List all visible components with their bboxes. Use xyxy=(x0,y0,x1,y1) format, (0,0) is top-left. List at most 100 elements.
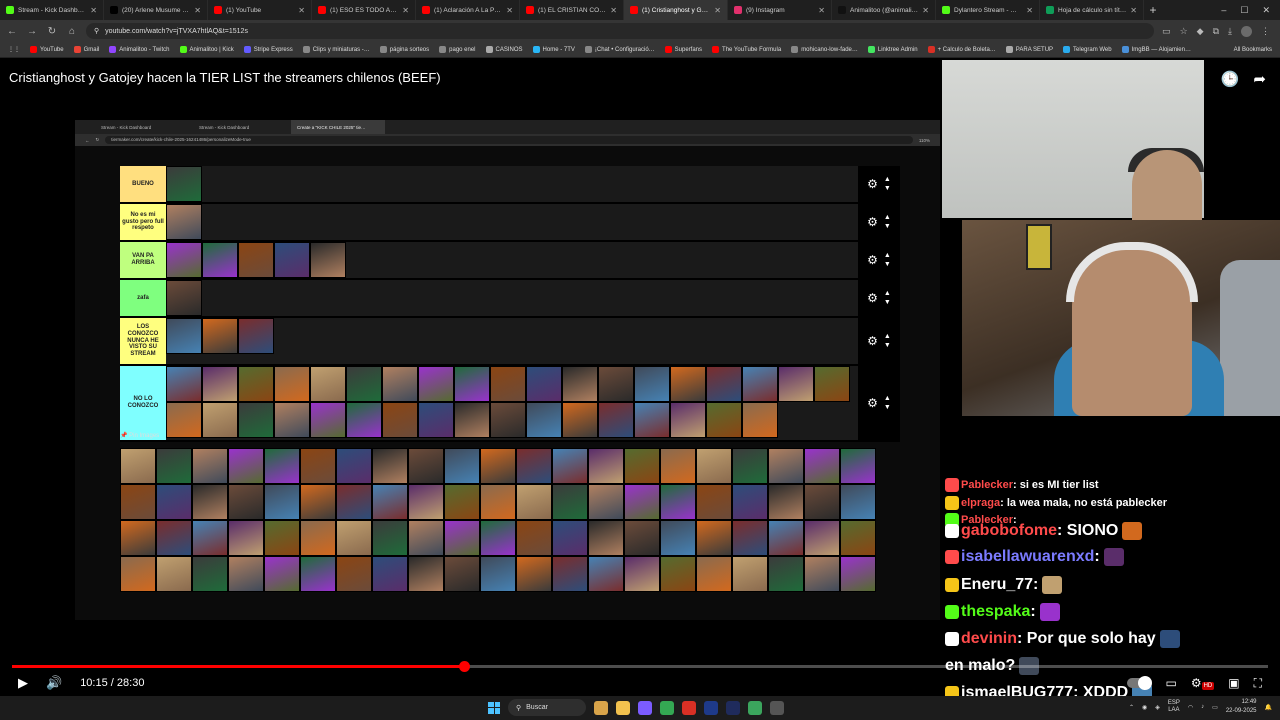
streamer-thumbnail[interactable] xyxy=(238,318,274,354)
tab-close-icon[interactable]: ✕ xyxy=(714,6,721,15)
bookmark-item[interactable]: Home - 7TV xyxy=(532,46,575,53)
streamer-thumbnail[interactable] xyxy=(660,520,696,556)
bookmark-item[interactable]: Animalitoo - Twitch xyxy=(109,46,170,53)
chat-username[interactable]: Pablecker xyxy=(961,479,1013,491)
streamer-thumbnail[interactable] xyxy=(274,402,310,438)
streamer-thumbnail[interactable] xyxy=(238,402,274,438)
wifi-icon[interactable]: ◠ xyxy=(1188,704,1193,711)
streamer-thumbnail[interactable] xyxy=(336,448,372,484)
streamer-thumbnail[interactable] xyxy=(706,366,742,402)
streamer-thumbnail[interactable] xyxy=(120,520,156,556)
tab-close-icon[interactable]: ✕ xyxy=(1026,6,1033,15)
streamer-thumbnail[interactable] xyxy=(228,520,264,556)
streamer-thumbnail[interactable] xyxy=(156,556,192,592)
bookmark-item[interactable]: ¡Chat • Configuració… xyxy=(584,46,655,53)
tier-up-icon[interactable]: ▲ xyxy=(884,175,891,184)
streamer-thumbnail[interactable] xyxy=(444,556,480,592)
copilot-icon[interactable] xyxy=(638,700,652,715)
streamer-thumbnail[interactable] xyxy=(552,556,588,592)
tier-up-icon[interactable]: ▲ xyxy=(884,251,891,260)
streamer-thumbnail[interactable] xyxy=(732,484,768,520)
streamer-thumbnail[interactable] xyxy=(238,242,274,278)
bookmark-item[interactable]: Linktree Admin xyxy=(867,46,918,53)
streamer-thumbnail[interactable] xyxy=(552,448,588,484)
streamer-thumbnail[interactable] xyxy=(696,520,732,556)
tier-label[interactable]: zafa xyxy=(120,280,166,316)
menu-kebab-icon[interactable]: ⋮ xyxy=(1261,26,1270,37)
streamer-thumbnail[interactable] xyxy=(408,484,444,520)
bookmark-item[interactable]: Animalitoo | Kick xyxy=(179,46,234,53)
streamer-thumbnail[interactable] xyxy=(454,402,490,438)
tab-close-icon[interactable]: ✕ xyxy=(610,6,617,15)
streamer-thumbnail[interactable] xyxy=(480,520,516,556)
tier-down-icon[interactable]: ▼ xyxy=(884,184,891,193)
streamer-thumbnail[interactable] xyxy=(382,402,418,438)
browser-tab[interactable]: (1) Cristianghost y Gat… ✕ xyxy=(624,0,728,20)
tier-up-icon[interactable]: ▲ xyxy=(884,213,891,222)
streamer-thumbnail[interactable] xyxy=(202,366,238,402)
bookmark-item[interactable]: Telegram Web xyxy=(1063,46,1112,53)
streamer-thumbnail[interactable] xyxy=(346,366,382,402)
tray-app2-icon[interactable]: ◈ xyxy=(1155,704,1160,711)
streamer-thumbnail[interactable] xyxy=(192,448,228,484)
tab-close-icon[interactable]: ✕ xyxy=(90,6,97,15)
bookmark-item[interactable]: YouTube xyxy=(30,46,64,53)
tab-close-icon[interactable]: ✕ xyxy=(298,6,305,15)
streamer-thumbnail[interactable] xyxy=(228,484,264,520)
streamer-thumbnail[interactable] xyxy=(264,556,300,592)
bookmark-item[interactable]: CASINOS xyxy=(485,46,523,53)
tier-label[interactable]: BUENO xyxy=(120,166,166,202)
streamer-thumbnail[interactable] xyxy=(444,448,480,484)
progress-bar[interactable] xyxy=(12,661,1268,672)
bookmark-star-icon[interactable]: ☆ xyxy=(1180,26,1188,37)
streamer-thumbnail[interactable] xyxy=(598,402,634,438)
tab-close-icon[interactable]: ✕ xyxy=(402,6,409,15)
streamer-thumbnail[interactable] xyxy=(418,402,454,438)
streamer-thumbnail[interactable] xyxy=(418,366,454,402)
bookmark-item[interactable]: ImgBB — Alojamien… xyxy=(1121,46,1191,53)
streamer-thumbnail[interactable] xyxy=(598,366,634,402)
widgets-icon[interactable] xyxy=(594,700,608,715)
streamer-thumbnail[interactable] xyxy=(408,556,444,592)
streamer-thumbnail[interactable] xyxy=(444,484,480,520)
streamer-thumbnail[interactable] xyxy=(732,448,768,484)
streamer-thumbnail[interactable] xyxy=(660,556,696,592)
watch-later-clock-icon[interactable]: 🕒 xyxy=(1221,70,1240,88)
tier-settings-icon[interactable]: ⚙ xyxy=(867,253,878,267)
chat-username[interactable]: devinin xyxy=(961,630,1017,647)
tier-settings-icon[interactable]: ⚙ xyxy=(867,177,878,191)
streamer-thumbnail[interactable] xyxy=(480,484,516,520)
bookmark-item[interactable]: + Calculo de Boleta… xyxy=(927,46,996,53)
notifications-icon[interactable]: 🔔 xyxy=(1265,704,1272,711)
streamer-thumbnail[interactable] xyxy=(300,484,336,520)
streamer-thumbnail[interactable] xyxy=(444,520,480,556)
browser-tab[interactable]: (9) Instagram ✕ xyxy=(728,0,832,20)
tab-close-icon[interactable]: ✕ xyxy=(194,6,201,15)
autoplay-toggle[interactable] xyxy=(1127,676,1153,690)
taskbar-search[interactable]: ⚲ Buscar xyxy=(508,699,586,716)
streamer-thumbnail[interactable] xyxy=(840,520,876,556)
streamer-thumbnail[interactable] xyxy=(768,520,804,556)
streamer-thumbnail[interactable] xyxy=(408,448,444,484)
chat-username[interactable]: gabobofome xyxy=(961,522,1057,539)
streamer-thumbnail[interactable] xyxy=(372,448,408,484)
streamer-thumbnail[interactable] xyxy=(778,366,814,402)
bookmark-item[interactable]: Stripe Express xyxy=(243,46,293,53)
streamer-thumbnail[interactable] xyxy=(166,280,202,316)
cast-icon[interactable]: ▭ xyxy=(1162,26,1171,37)
tier-label[interactable]: VAN PA ARRIBA xyxy=(120,242,166,278)
streamer-thumbnail[interactable] xyxy=(192,484,228,520)
streamer-thumbnail[interactable] xyxy=(732,520,768,556)
streamer-thumbnail[interactable] xyxy=(552,484,588,520)
bookmark-item[interactable]: Clips y miniaturas -… xyxy=(302,46,370,53)
streamer-thumbnail[interactable] xyxy=(120,556,156,592)
streamer-thumbnail[interactable] xyxy=(310,242,346,278)
streamer-thumbnail[interactable] xyxy=(454,366,490,402)
streamer-thumbnail[interactable] xyxy=(660,448,696,484)
streamer-thumbnail[interactable] xyxy=(840,556,876,592)
system-clock[interactable]: 12:49 22-09-2025 xyxy=(1226,698,1257,716)
streamer-thumbnail[interactable] xyxy=(634,402,670,438)
streamer-thumbnail[interactable] xyxy=(706,402,742,438)
streamer-thumbnail[interactable] xyxy=(696,556,732,592)
streamer-thumbnail[interactable] xyxy=(166,242,202,278)
